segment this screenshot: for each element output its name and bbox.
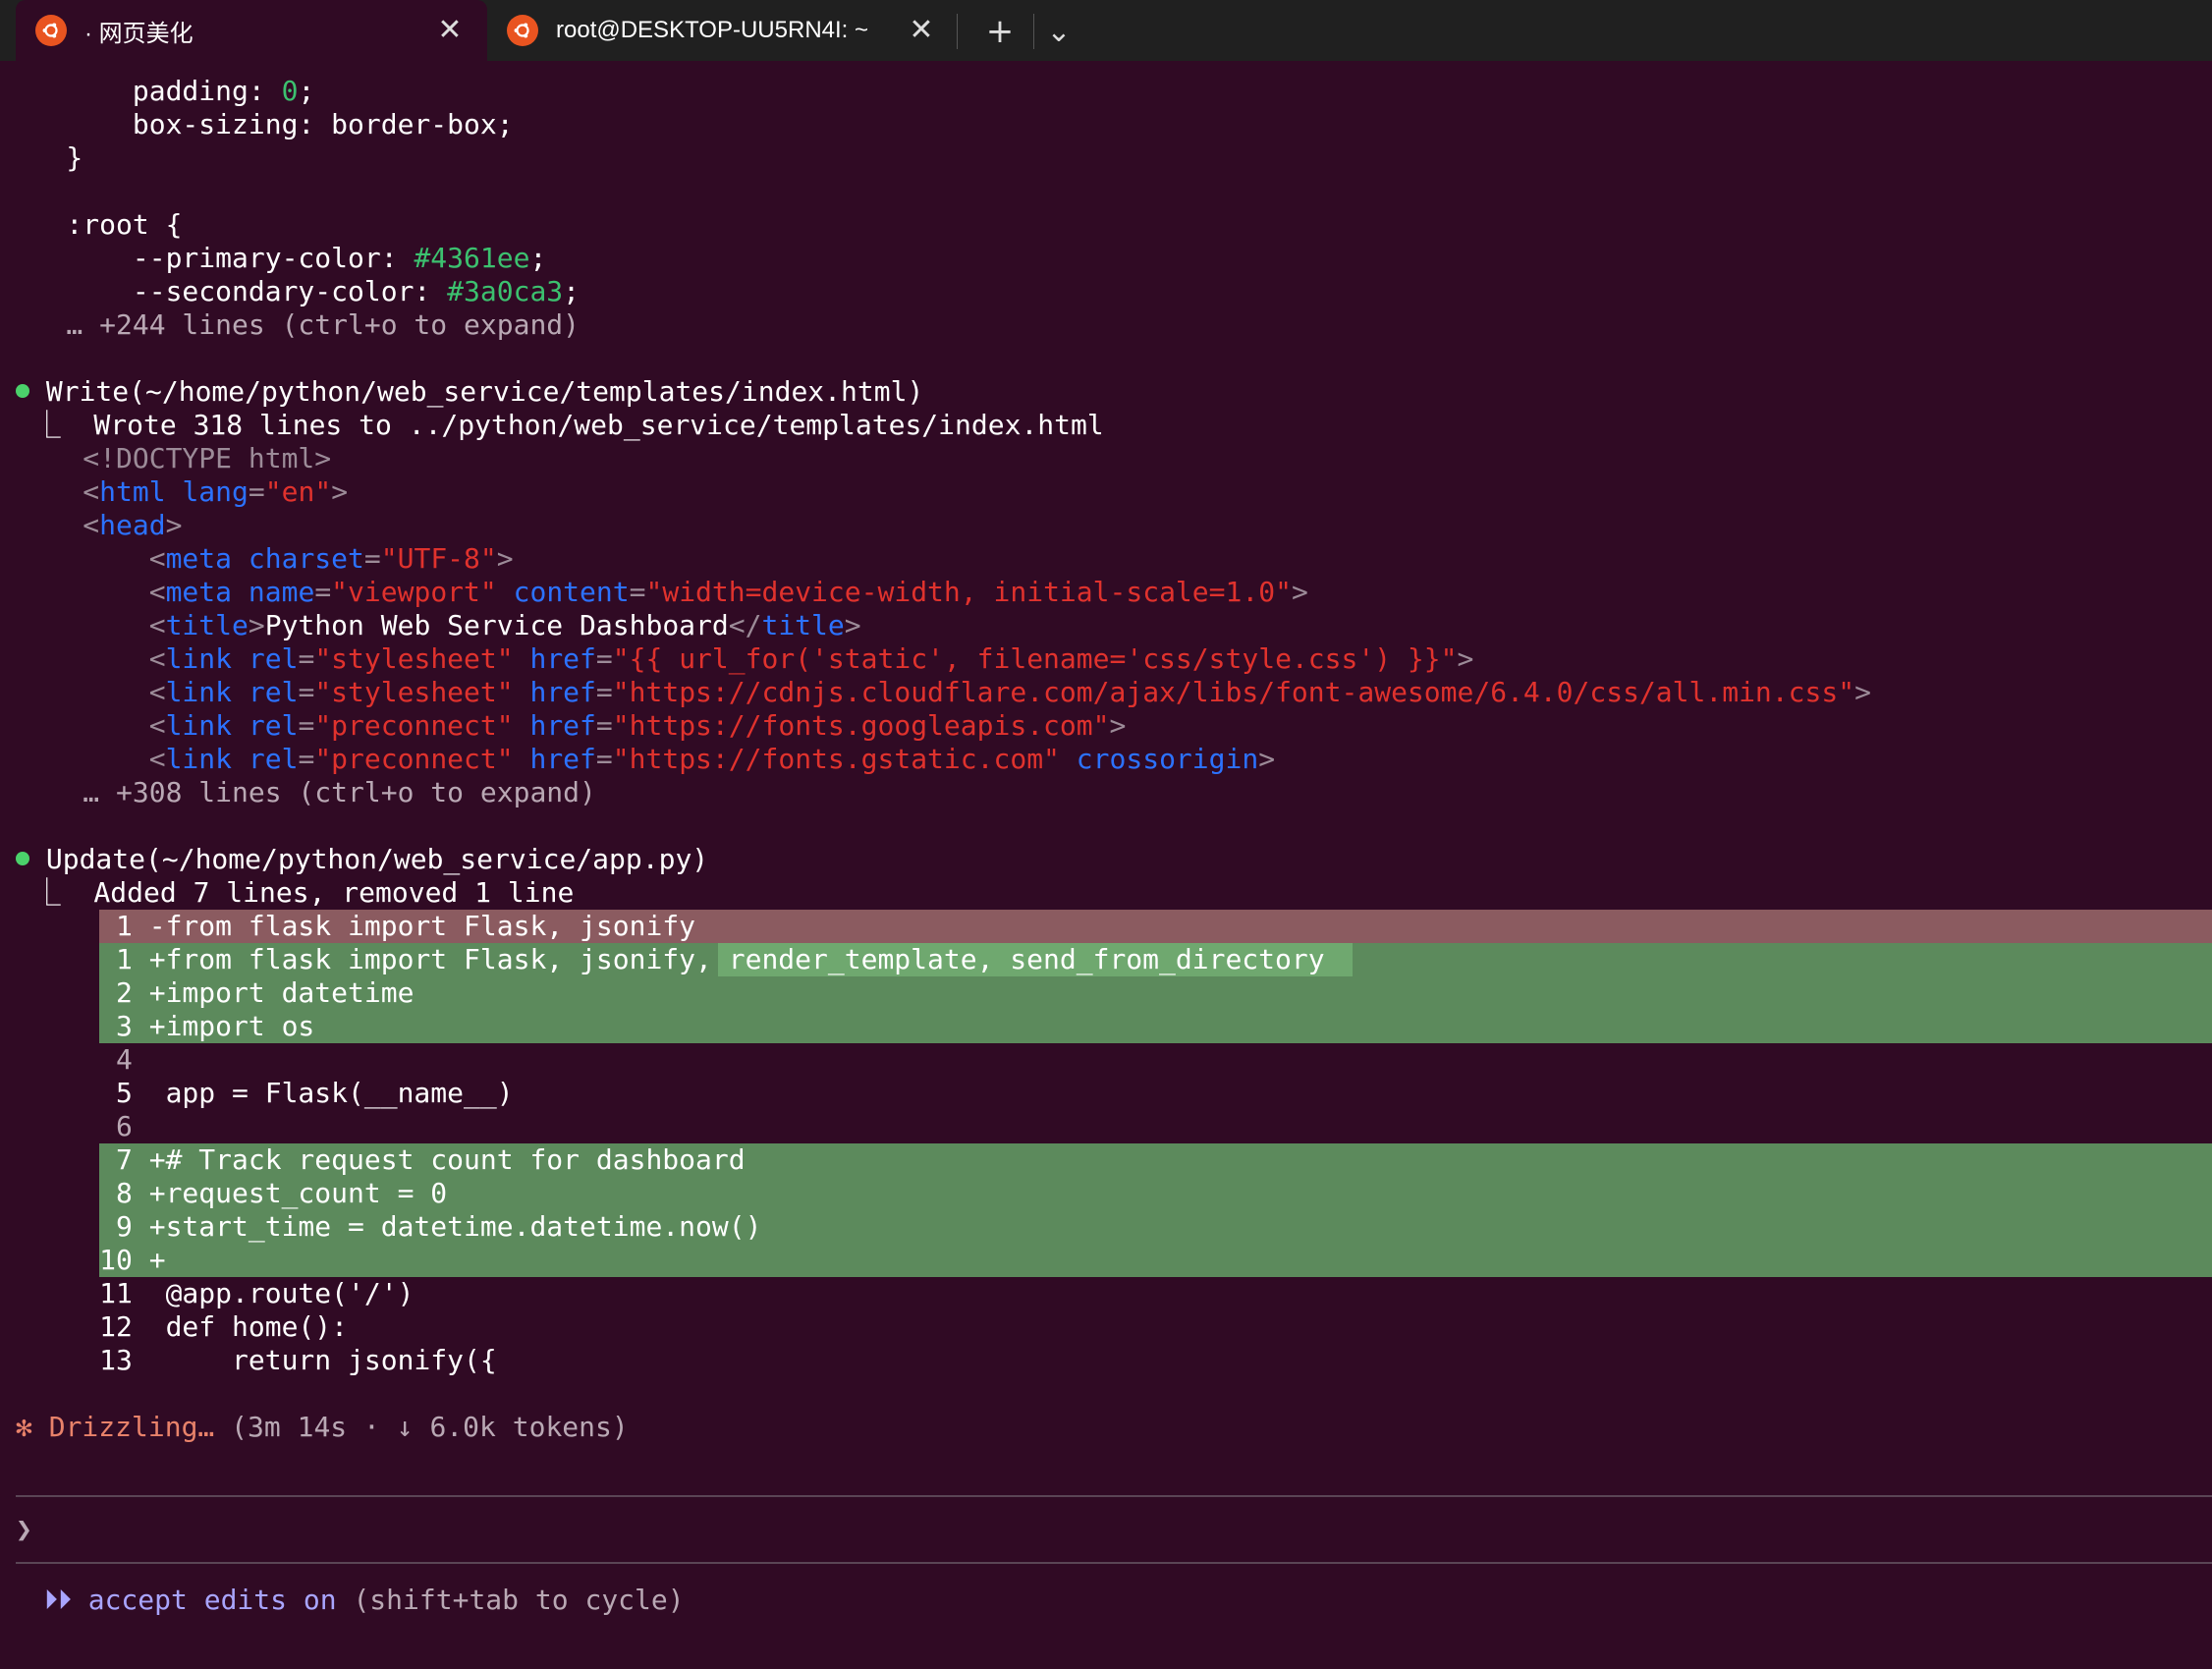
fast-forward-icon: ⏵⏵ [28,1584,88,1616]
status-dot-icon [16,852,29,865]
diff-line-context: 4 [0,1043,133,1076]
code-line: box-sizing: border-box; [0,108,514,140]
ubuntu-icon [507,15,538,46]
diff-line-added: 10 + [0,1244,166,1276]
code-line: <meta name="viewport" content="width=dev… [0,576,1308,608]
diff-line-context: 11 @app.route('/') [0,1277,415,1309]
diff-line-context: 12 def home(): [0,1310,349,1343]
close-icon[interactable]: ✕ [434,14,466,46]
prompt-input[interactable]: ❯ [0,1513,2212,1546]
tab-separator [1033,14,1034,49]
ubuntu-icon [35,15,67,46]
tab-label: · 网页美化 [84,20,194,47]
diff-line-context: 13 return jsonify({ [0,1344,497,1376]
tool-result: ⎿ Wrote 318 lines to ../python/web_servi… [0,409,1104,441]
code-line: <link rel="preconnect" href="https://fon… [0,743,1276,775]
diff-line-context: 5 app = Flask(__name__) [0,1077,514,1109]
code-line: padding: 0; [0,75,315,107]
tab-bar: · 网页美化 ✕ root@DESKTOP-UU5RN4I: ~ ✕ + ⌄ [0,0,2212,61]
tab-label: root@DESKTOP-UU5RN4I: ~ [556,17,869,43]
tab-separator [957,14,958,49]
code-line: <title>Python Web Service Dashboard</tit… [0,609,861,641]
mode-hint: (shift+tab to cycle) [336,1584,685,1616]
code-line: --primary-color: #4361ee; [0,242,547,274]
code-line: <link rel="stylesheet" href="https://cdn… [0,676,1871,708]
expand-hint[interactable]: … +244 lines (ctrl+o to expand) [0,308,2212,342]
diff-line-removed: 1 -from flask import Flask, jsonify [0,910,696,942]
code-line: <link rel="stylesheet" href="{{ url_for(… [0,642,1474,675]
diff-line-added: 9 +start_time = datetime.datetime.now() [0,1210,762,1243]
diff-line-added: 7 +# Track request count for dashboard [0,1143,746,1176]
prompt-chevron-icon: ❯ [16,1513,32,1545]
expand-hint[interactable]: … +308 lines (ctrl+o to expand) [0,776,2212,809]
code-line: <link rel="preconnect" href="https://fon… [0,709,1127,742]
mode-indicator: ⏵⏵ accept edits on (shift+tab to cycle) [0,1584,2212,1617]
diff-line-added: 2 +import datetime [0,976,415,1009]
tool-result: ⎿ Added 7 lines, removed 1 line [0,876,575,909]
diff-line-added: 1 +from flask import Flask, jsonify, ren… [0,943,1325,975]
code-line: <head> [0,509,183,541]
code-line: <html lang="en"> [0,475,349,508]
tab-webpage-beautify[interactable]: · 网页美化 ✕ [16,0,487,61]
code-line: :root { [0,208,183,241]
code-line: --secondary-color: #3a0ca3; [0,275,581,307]
code-line: <meta charset="UTF-8"> [0,542,514,575]
input-divider-top [16,1495,2212,1497]
tool-call-write: Write(~/home/python/web_service/template… [0,375,2212,409]
input-divider-bottom [16,1562,2212,1564]
tool-call-update: Update(~/home/python/web_service/app.py) [0,843,2212,876]
chevron-down-icon[interactable]: ⌄ [1041,14,1077,49]
new-tab-button[interactable]: + [982,12,1018,51]
tab-root-shell[interactable]: root@DESKTOP-UU5RN4I: ~ ✕ [487,0,959,61]
diff-line-context: 6 [0,1110,133,1142]
diff-line-added: 3 +import os [0,1010,315,1042]
diff-line-added: 8 +request_count = 0 [0,1177,448,1209]
code-line: <!DOCTYPE html> [0,442,332,474]
close-icon[interactable]: ✕ [906,14,937,46]
code-line: } [0,141,83,174]
status-dot-icon [16,384,29,398]
status-meta: (3m 14s · ↓ 6.0k tokens) [231,1411,629,1443]
mode-label: accept edits on [87,1584,337,1616]
status-line: ✻ Drizzling… (3m 14s · ↓ 6.0k tokens) [0,1411,2212,1444]
status-text: ✻ Drizzling… [16,1411,232,1443]
